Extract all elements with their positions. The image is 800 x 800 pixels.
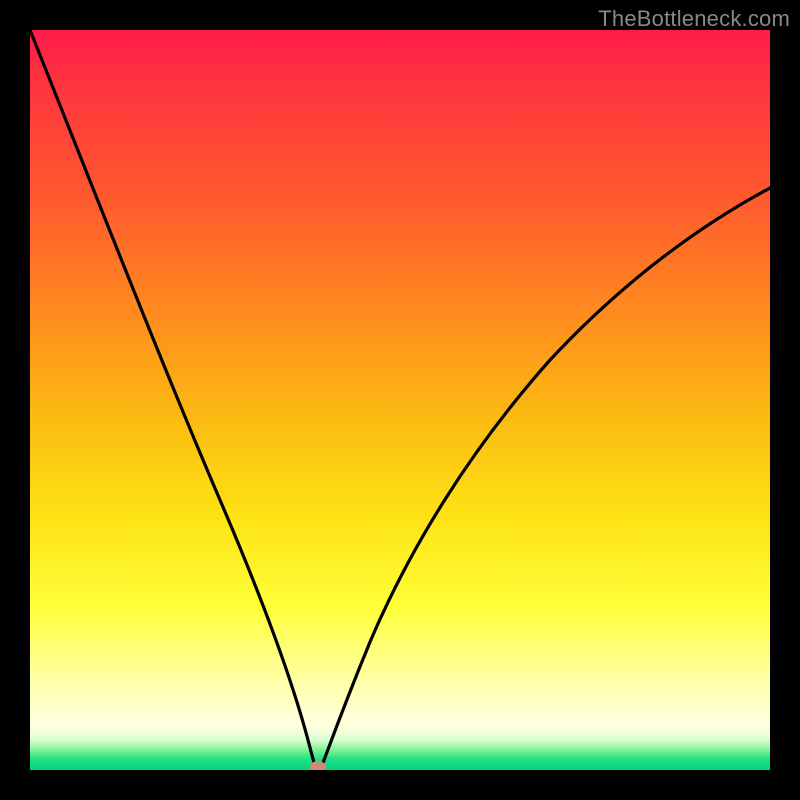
bottleneck-curve	[30, 30, 770, 770]
chart-container: TheBottleneck.com	[0, 0, 800, 800]
plot-area	[30, 30, 770, 770]
curve-plot	[30, 30, 770, 770]
attribution-label: TheBottleneck.com	[598, 6, 790, 32]
